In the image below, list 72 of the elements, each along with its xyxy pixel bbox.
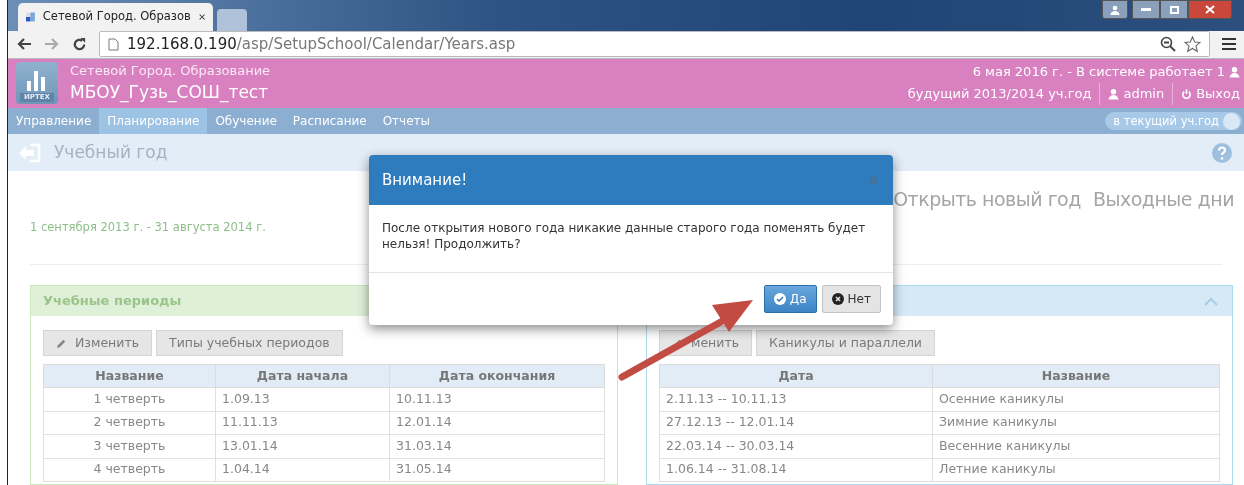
- table-cell: 13.01.14: [215, 434, 390, 458]
- page-icon: [108, 37, 119, 51]
- column-header: Название: [932, 364, 1220, 388]
- table-cell: 22.03.14 -- 30.03.14: [659, 434, 933, 458]
- close-icon[interactable]: [198, 11, 205, 22]
- user-icon: [1108, 88, 1120, 101]
- close-window-button[interactable]: [1188, 0, 1232, 19]
- new-tab-button[interactable]: [217, 8, 247, 31]
- dialog-title: Внимание!: [382, 169, 468, 191]
- column-header: Дата начала: [215, 364, 390, 388]
- panel-button[interactable]: Типы учебных периодов: [156, 330, 343, 356]
- minimize-button[interactable]: [1132, 0, 1160, 19]
- table-cell: 2.11.13 -- 10.11.13: [659, 387, 933, 411]
- yes-button[interactable]: Да: [763, 285, 817, 313]
- school-year[interactable]: будущий 2013/2014 уч.год: [907, 83, 1101, 106]
- edit-button[interactable]: Изменить: [43, 330, 153, 356]
- back-icon[interactable]: [16, 37, 32, 52]
- column-header: Дата окончания: [389, 364, 605, 388]
- check-circle-icon: [773, 293, 786, 305]
- no-button[interactable]: Нет: [821, 285, 881, 313]
- user-icon: [1110, 4, 1120, 15]
- period-text: 1 сентября 2013 г. - 31 августа 2014 г.: [30, 219, 266, 236]
- table-cell: Осенние каникулы: [932, 387, 1220, 411]
- user-icon: [1229, 66, 1240, 79]
- close-icon: [1205, 5, 1215, 14]
- table-cell: 1.04.14: [215, 458, 390, 482]
- table-cell: 11.11.13: [215, 411, 390, 435]
- current-year-toggle[interactable]: в текущий уч.год: [1105, 112, 1242, 131]
- table-cell: 2 четверть: [43, 411, 216, 435]
- nav-item[interactable]: Обучение: [207, 108, 285, 135]
- column-header: Дата: [659, 364, 933, 388]
- page-title: Учебный год: [54, 140, 168, 164]
- star-icon[interactable]: [1184, 35, 1201, 53]
- system-name: Сетевой Город. Образование: [70, 62, 271, 81]
- action-link[interactable]: Выходные дни: [1092, 185, 1234, 214]
- nav-item[interactable]: Расписание: [284, 108, 375, 135]
- table-cell: 1.09.13: [215, 387, 390, 411]
- school-name: МБОУ_Гузь_СОШ_тест: [70, 81, 270, 105]
- nav-item[interactable]: Планирование: [99, 108, 208, 135]
- panel-button[interactable]: Каникулы и параллели: [756, 330, 935, 356]
- profile-button[interactable]: [1102, 0, 1128, 19]
- address-field[interactable]: 192.168.0.190/asp/SetupSchool/Calendar/Years.asp: [99, 31, 1210, 58]
- dialog-message: После открытия нового года никакие данные старого года поменять будет нельзя! Продолжить?: [382, 220, 867, 252]
- action-link[interactable]: Открыть новый год: [893, 185, 1081, 214]
- table-cell: Зимние каникулы: [932, 411, 1220, 435]
- column-header: Название: [43, 364, 216, 388]
- browser-tab[interactable]: Сетевой Город. Образов: [18, 2, 213, 31]
- logout-link[interactable]: Выход: [1173, 83, 1240, 106]
- zoom-out-icon[interactable]: [1160, 36, 1176, 53]
- table-cell: 31.05.14: [389, 458, 605, 482]
- url-text: 192.168.0.190/asp/SetupSchool/Calendar/Years.asp: [127, 33, 516, 55]
- table-cell: 27.12.13 -- 12.01.14: [659, 411, 933, 435]
- table-cell: 3 четверть: [43, 434, 216, 458]
- panel-title: Учебные периоды: [43, 292, 182, 311]
- cancel-circle-icon: [831, 293, 844, 305]
- table-cell: 1 четверть: [43, 387, 216, 411]
- table-cell: 1.06.14 -- 31.08.14: [659, 458, 933, 482]
- table-cell: 10.11.13: [389, 387, 605, 411]
- table-cell: 4 четверть: [43, 458, 216, 482]
- menu-icon[interactable]: [1222, 37, 1236, 52]
- table-cell: Летние каникулы: [932, 458, 1220, 482]
- tab-title: Сетевой Город. Образов: [42, 7, 191, 25]
- table-cell: 31.03.14: [389, 434, 605, 458]
- status-text: 6 мая 2016 г. - В системе работает 1: [972, 63, 1225, 82]
- user-link[interactable]: admin: [1100, 83, 1174, 106]
- reload-icon[interactable]: [72, 36, 87, 52]
- nav-item[interactable]: Отчеты: [374, 108, 439, 135]
- nav-item[interactable]: Управление: [8, 108, 100, 135]
- maximize-button[interactable]: [1160, 0, 1188, 19]
- power-icon: [1181, 88, 1193, 101]
- table-cell: 12.01.14: [389, 411, 605, 435]
- table-cell: Весенние каникулы: [932, 434, 1220, 458]
